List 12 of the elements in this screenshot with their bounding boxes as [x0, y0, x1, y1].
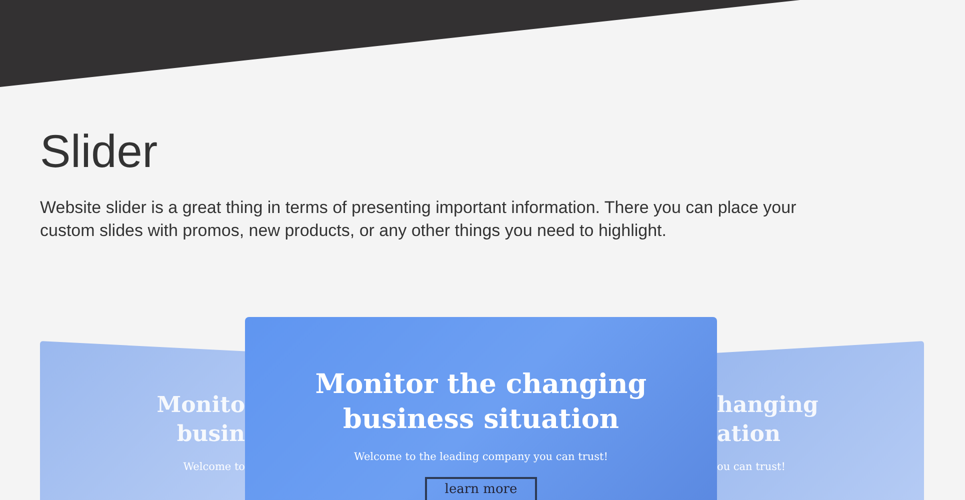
slide-heading: Monitor the changing: [315, 368, 647, 402]
slide-subtitle: Welcome to the leading company you can trust!: [354, 451, 608, 463]
slide-heading: Monito: [156, 391, 245, 420]
slide-subtitle: ou can trust!: [717, 461, 786, 473]
slide-heading: busin: [176, 420, 245, 449]
section-description: Website slider is a great thing in terms of presenting important information. There you can place your custom slides with promos, new products, or any other things you need to highlight.: [40, 197, 798, 242]
slide-heading: hanging: [717, 391, 818, 420]
slide-heading: business situation: [343, 403, 619, 437]
section-title: Slider: [40, 128, 159, 174]
slide-heading: ation: [717, 420, 780, 449]
learn-more-button[interactable]: learn more: [424, 477, 538, 500]
slide-subtitle: Welcome to: [183, 461, 245, 473]
